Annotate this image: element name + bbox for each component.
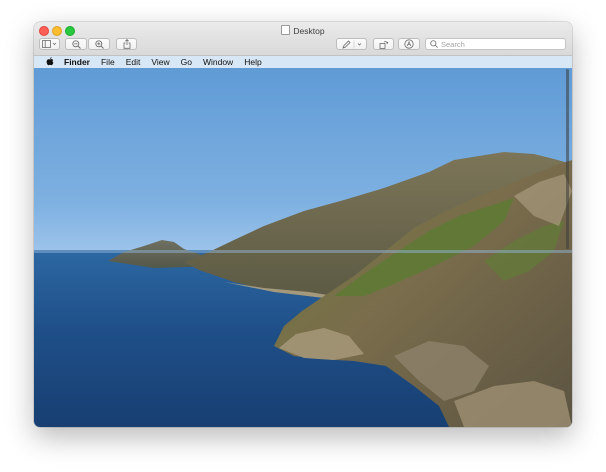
rotate-button[interactable] [373,38,394,50]
zoom-in-button[interactable] [88,38,110,50]
menu-view[interactable]: View [151,57,169,67]
preview-window: Desktop Search Finder File Edit View Go … [34,22,572,427]
share-icon [123,39,130,49]
menu-window[interactable]: Window [203,57,233,67]
apple-icon [46,56,54,65]
coastal-cliffs-image [34,152,572,427]
menu-edit[interactable]: Edit [126,57,141,67]
menu-go[interactable]: Go [181,57,192,67]
search-field[interactable]: Search [425,38,566,50]
apple-menu[interactable] [46,56,54,68]
menu-finder[interactable]: Finder [64,57,90,67]
annotate-button[interactable] [398,38,420,50]
zoom-out-button[interactable] [65,38,87,50]
search-icon [430,40,438,48]
annotate-icon [404,39,414,49]
document-icon [281,25,291,35]
menu-file[interactable]: File [101,57,115,67]
window-title: Desktop [34,25,572,36]
title-bar[interactable]: Desktop Search [34,22,572,56]
markup-pen-icon [341,39,361,49]
sidebar-toggle-button[interactable] [39,38,60,50]
menu-bar: Finder File Edit View Go Window Help [34,56,572,68]
window-title-text: Desktop [293,26,325,36]
rotate-icon [379,40,388,49]
markup-button[interactable] [336,38,367,50]
search-placeholder: Search [441,39,465,49]
share-button[interactable] [116,38,137,50]
sidebar-icon [42,40,57,48]
zoom-in-icon [94,39,104,49]
zoom-out-icon [71,39,81,49]
vertical-scrollbar[interactable] [566,69,569,249]
menu-help[interactable]: Help [244,57,261,67]
